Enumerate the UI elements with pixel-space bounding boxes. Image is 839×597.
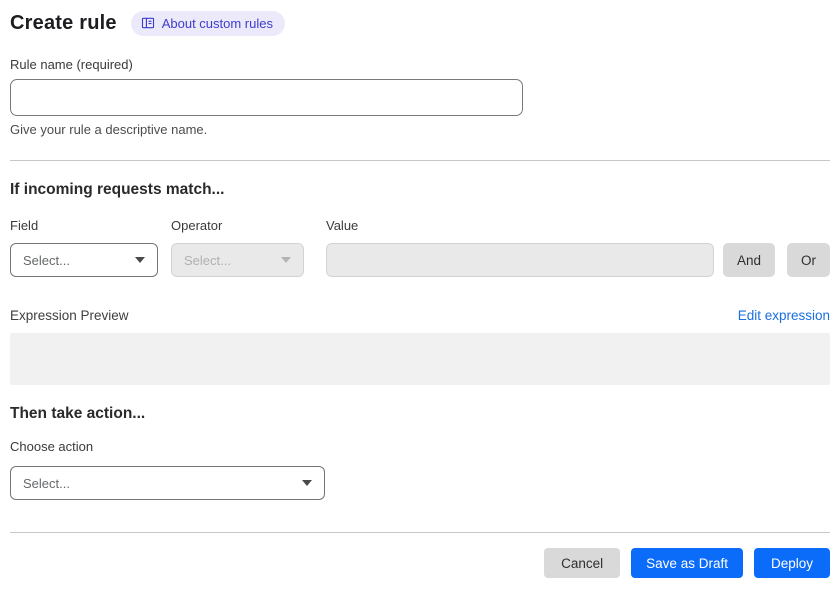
create-rule-form: Create rule About custom rules Rule name… <box>10 11 830 578</box>
header: Create rule About custom rules <box>10 11 830 36</box>
and-button[interactable]: And <box>722 243 775 277</box>
rule-name-input[interactable] <box>10 79 523 116</box>
field-column: Field Select... <box>10 218 158 277</box>
operator-select-value: Select... <box>184 252 231 268</box>
expression-preview-label: Expression Preview <box>10 308 129 323</box>
expression-preview-header: Expression Preview Edit expression <box>10 308 830 323</box>
chevron-down-icon <box>302 480 312 486</box>
book-icon <box>141 16 155 30</box>
chevron-down-icon <box>281 257 291 263</box>
about-custom-rules-badge[interactable]: About custom rules <box>130 11 285 36</box>
value-column: Value <box>326 218 714 277</box>
value-label: Value <box>326 218 359 233</box>
rule-name-label: Rule name (required) <box>10 57 133 72</box>
divider <box>10 532 830 533</box>
value-input <box>326 243 714 277</box>
choose-action-label: Choose action <box>10 439 94 454</box>
divider <box>10 160 830 161</box>
choose-action-value: Select... <box>23 475 70 491</box>
edit-expression-link[interactable]: Edit expression <box>738 308 830 323</box>
match-section-heading: If incoming requests match... <box>10 181 225 198</box>
operator-label: Operator <box>171 218 223 233</box>
field-select[interactable]: Select... <box>10 243 158 277</box>
expression-preview-box <box>10 333 830 385</box>
field-select-value: Select... <box>23 252 70 268</box>
chevron-down-icon <box>135 257 145 263</box>
operator-select: Select... <box>171 243 304 277</box>
operator-column: Operator Select... <box>171 218 304 277</box>
or-button[interactable]: Or <box>787 243 830 277</box>
match-expression-row: Field Select... Operator Select... Value… <box>10 218 830 277</box>
save-as-draft-button[interactable]: Save as Draft <box>631 548 743 578</box>
about-badge-label: About custom rules <box>161 15 273 31</box>
field-label: Field <box>10 218 39 233</box>
rule-name-helper: Give your rule a descriptive name. <box>10 122 208 137</box>
action-section-heading: Then take action... <box>10 405 146 422</box>
cancel-button[interactable]: Cancel <box>544 548 621 578</box>
page-title: Create rule <box>10 12 117 34</box>
footer-actions: Cancel Save as Draft Deploy <box>10 548 830 578</box>
choose-action-select[interactable]: Select... <box>10 466 325 500</box>
deploy-button[interactable]: Deploy <box>753 548 830 578</box>
